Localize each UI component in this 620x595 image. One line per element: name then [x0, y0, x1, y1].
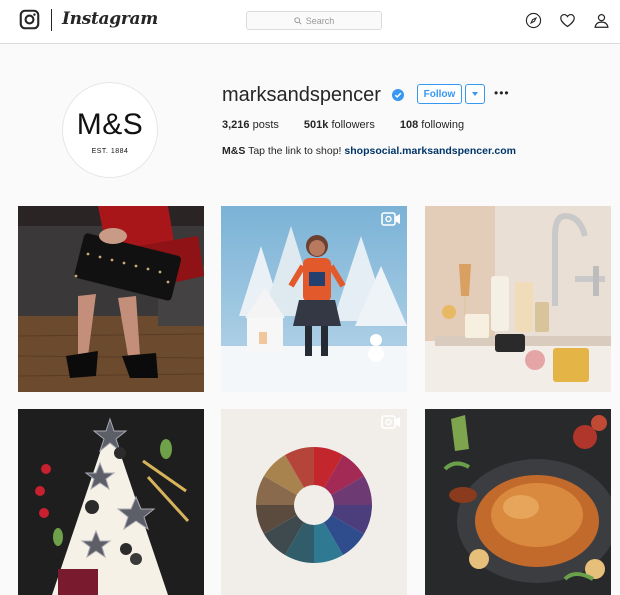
bio-link[interactable]: shopsocial.marksandspencer.com [344, 145, 516, 157]
more-options-button[interactable]: ••• [494, 86, 510, 100]
profile-icon[interactable] [593, 12, 610, 29]
profile-username: marksandspencer [222, 84, 381, 106]
avatar[interactable]: M&S EST. 1884 [62, 82, 158, 178]
profile-bio: M&S Tap the link to shop! shopsocial.mar… [222, 145, 516, 157]
followers-count: 501k [303, 119, 329, 131]
posts-count: 3,216 [222, 119, 250, 131]
explore-compass-icon[interactable] [525, 12, 542, 29]
post-image-star-dessert [18, 409, 204, 595]
followers-label: followers [331, 119, 375, 131]
post-image-roast-turkey [425, 409, 611, 595]
instagram-glyph-icon[interactable] [19, 9, 40, 30]
post-image-toiletries [425, 206, 611, 392]
following-label: following [421, 119, 465, 131]
instagram-wordmark[interactable]: Instagram [62, 9, 158, 29]
bio-name: M&S [222, 145, 246, 157]
profile-stats: 3,216 posts 501k followers 108 following [222, 119, 489, 131]
avatar-est-text: EST. 1884 [91, 147, 129, 155]
verified-badge-icon [392, 89, 404, 101]
avatar-brand-mark: M&S [76, 107, 144, 141]
search-icon [294, 16, 302, 25]
search-placeholder: Search [305, 15, 335, 26]
follow-button[interactable]: Follow [417, 84, 462, 104]
post-image-clutch [18, 206, 204, 392]
post-tile[interactable] [221, 409, 407, 595]
following-stat[interactable]: 108 following [400, 119, 464, 131]
following-count: 108 [399, 119, 419, 131]
post-tile[interactable] [425, 409, 611, 595]
suggestions-dropdown-button[interactable] [465, 84, 485, 104]
bio-text: Tap the link to shop! [248, 145, 342, 157]
posts-label: posts [252, 119, 279, 131]
top-nav: Instagram Search [0, 0, 620, 44]
followers-stat[interactable]: 501k followers [304, 119, 375, 131]
post-image-snow-girl [221, 206, 407, 392]
post-tile[interactable] [425, 206, 611, 392]
chevron-down-icon [472, 92, 478, 96]
post-tile[interactable] [18, 409, 204, 595]
post-tile[interactable] [221, 206, 407, 392]
heart-icon[interactable] [559, 12, 576, 29]
post-image-fabric-wheel [221, 409, 407, 595]
search-input[interactable]: Search [246, 11, 382, 30]
post-tile[interactable] [18, 206, 204, 392]
posts-stat: 3,216 posts [222, 119, 279, 131]
video-badge-icon [381, 415, 400, 429]
video-badge-icon [381, 212, 400, 226]
logo-separator [51, 9, 52, 31]
